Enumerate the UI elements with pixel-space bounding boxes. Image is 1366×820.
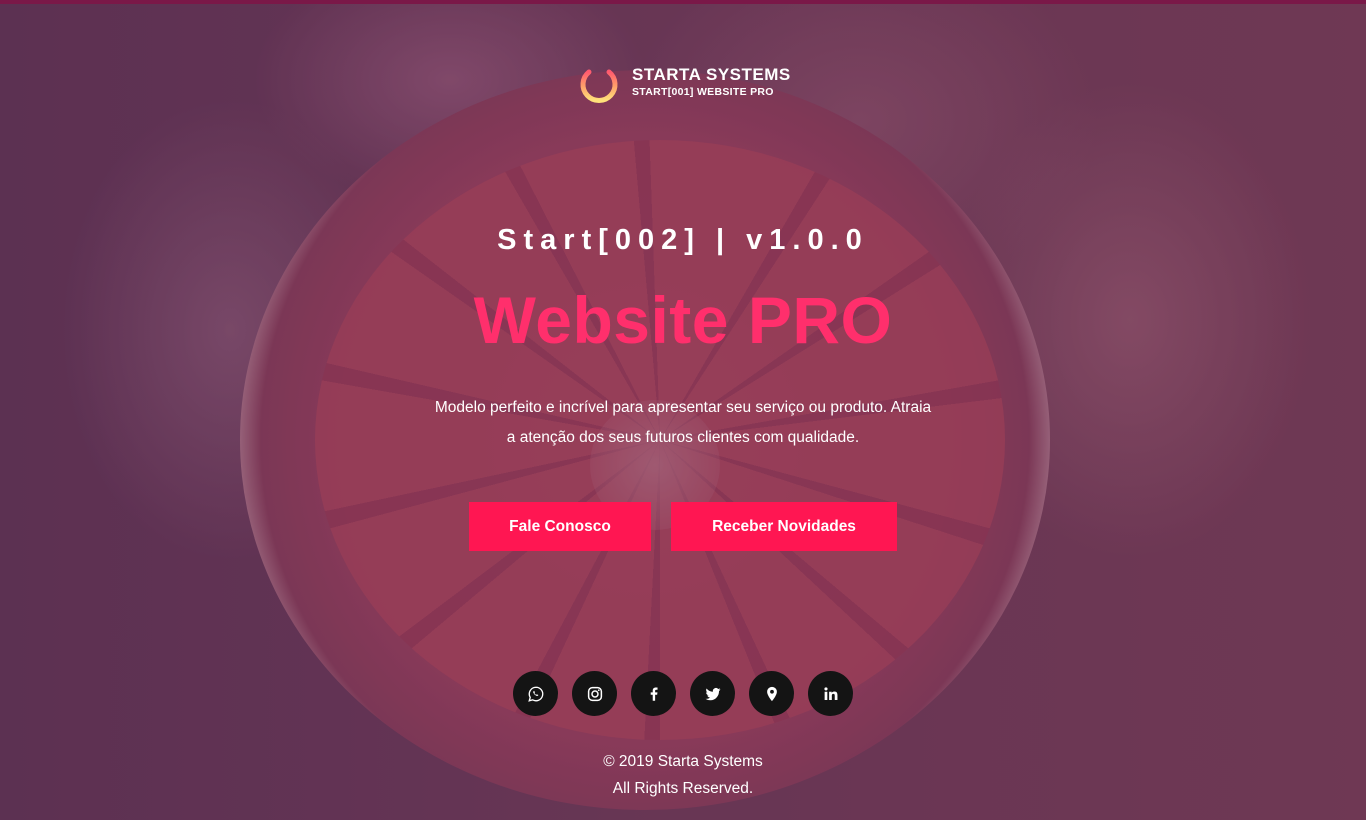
instagram-link[interactable] (572, 671, 617, 716)
contact-button[interactable]: Fale Conosco (469, 502, 651, 551)
brand-subtitle: START[001] WEBSITE PRO (632, 86, 774, 99)
location-pin-icon (766, 686, 777, 701)
page: STARTA SYSTEMS START[001] WEBSITE PRO St… (0, 0, 1366, 820)
instagram-icon (587, 686, 602, 701)
version-line: Start[002] | v1.0.0 (497, 224, 869, 256)
facebook-icon (650, 686, 658, 701)
twitter-link[interactable] (690, 671, 735, 716)
whatsapp-icon (527, 686, 543, 702)
linkedin-icon (823, 686, 837, 700)
social-links (513, 671, 853, 716)
rights-text: All Rights Reserved. (612, 780, 754, 797)
brand-name: STARTA SYSTEMS (632, 65, 791, 85)
whatsapp-link[interactable] (513, 671, 558, 716)
twitter-icon (705, 687, 720, 700)
hero-description: Modelo perfeito e incrível para apresent… (403, 393, 963, 453)
brand-logo[interactable]: STARTA SYSTEMS START[001] WEBSITE PRO (576, 58, 791, 106)
facebook-link[interactable] (631, 671, 676, 716)
power-icon (580, 59, 618, 103)
description-line-2: a atenção dos seus futuros clientes com … (506, 429, 860, 446)
hero-section: STARTA SYSTEMS START[001] WEBSITE PRO St… (0, 0, 1366, 820)
copyright-text: © 2019 Starta Systems (603, 753, 763, 770)
brand-text: STARTA SYSTEMS START[001] WEBSITE PRO (632, 66, 791, 98)
newsletter-button[interactable]: Receber Novidades (671, 502, 897, 551)
hero-headline: Website PRO (473, 283, 893, 357)
description-line-1: Modelo perfeito e incrível para apresent… (434, 399, 932, 416)
location-link[interactable] (749, 671, 794, 716)
linkedin-link[interactable] (808, 671, 853, 716)
footer: © 2019 Starta Systems All Rights Reserve… (0, 748, 1366, 802)
